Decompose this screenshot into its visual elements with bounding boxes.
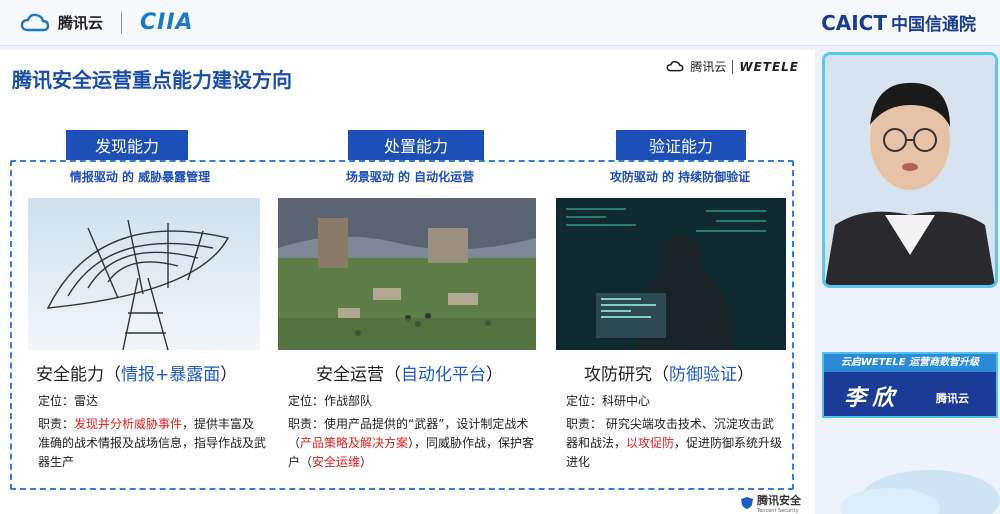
speaker-portrait — [825, 55, 995, 285]
speaker-org: 腾讯云 — [936, 392, 969, 405]
duty-verify: 职责： 研究尖端攻击技术、沉淀攻击武器和战法，以攻促防，促进防御系统升级进化 — [566, 417, 783, 469]
slide-logo-partner: WETELE — [739, 59, 799, 74]
footer-brand-en: Tencent Security — [757, 508, 799, 514]
column-title-discover: 安全能力（情报+暴露面） — [36, 365, 238, 385]
logo-divider — [732, 59, 734, 74]
battlefield-image — [278, 198, 536, 350]
subtitle-handle: 场景驱动 的 自动化运营 — [345, 170, 475, 184]
radar-image — [28, 198, 260, 350]
hacker-image — [556, 198, 786, 350]
slide-logo-brand: 腾讯云 — [690, 60, 727, 74]
subtitle-discover: 情报驱动 的 威胁暴露管理 — [69, 170, 211, 184]
event-logo: CIIA — [140, 10, 194, 35]
duty-discover: 职责：发现并分析威胁事件，提供丰富及准确的战术情报及战场信息，指导作战及武器生产 — [38, 417, 267, 469]
footer-brand: 腾讯安全 — [757, 494, 801, 507]
tencent-cloud-icon — [20, 13, 50, 31]
speaker-nameplate: 云启WETELE 运营商数智升级 李欣 腾讯云 — [822, 352, 998, 418]
tencent-cloud-small-icon — [666, 60, 684, 72]
column-title-verify: 攻防研究（防御验证） — [584, 365, 754, 385]
slide-title: 腾讯安全运营重点能力建设方向 — [12, 68, 292, 92]
position-handle: 定位：作战部队 — [288, 394, 373, 408]
column-body-verify: 定位：科研中心 职责： 研究尖端攻击技术、沉淀攻击武器和战法，以攻促防，促进防御… — [566, 392, 784, 472]
position-discover: 定位：雷达 — [38, 394, 99, 408]
position-verify: 定位：科研中心 — [566, 394, 651, 408]
shield-icon — [741, 497, 753, 509]
capability-handle: 处置能力 — [348, 130, 484, 160]
caict-cn: 中国信通院 — [891, 15, 976, 35]
slide-logo: 腾讯云 WETELE — [666, 58, 799, 75]
subtitle-verify: 攻防驱动 的 持续防御验证 — [609, 170, 751, 184]
tencent-security-logo: 腾讯安全 Tencent Security — [740, 492, 801, 514]
presentation-slide: 腾讯安全运营重点能力建设方向 腾讯云 WETELE 发现能力 处置能力 验证能力… — [0, 50, 815, 514]
top-bar: 腾讯云 CIIA CAICT 中国信通院 — [0, 0, 1000, 46]
column-title-handle: 安全运营（自动化平台） — [316, 365, 503, 385]
brand-name: 腾讯云 — [58, 14, 104, 32]
speaker-video — [822, 52, 998, 288]
divider — [121, 11, 123, 34]
column-body-discover: 定位：雷达 职责：发现并分析威胁事件，提供丰富及准确的战术情报及战场信息，指导作… — [38, 392, 266, 472]
caict-en: CAICT — [821, 10, 887, 35]
column-body-handle: 定位：作战部队 职责：使用产品提供的“武器”，设计制定战术（产品策略及解决方案）… — [288, 392, 540, 472]
capability-discover: 发现能力 — [66, 130, 188, 160]
duty-handle: 职责：使用产品提供的“武器”，设计制定战术（产品策略及解决方案），同威胁作战，保… — [288, 417, 535, 469]
capability-verify: 验证能力 — [616, 130, 746, 160]
brand-left: 腾讯云 CIIA — [20, 10, 194, 35]
speaker-name: 李欣 — [844, 386, 901, 411]
cloud-decoration — [840, 470, 1000, 514]
caict-logo: CAICT 中国信通院 — [821, 10, 976, 36]
speaker-banner: 云启WETELE 运营商数智升级 — [824, 354, 996, 372]
